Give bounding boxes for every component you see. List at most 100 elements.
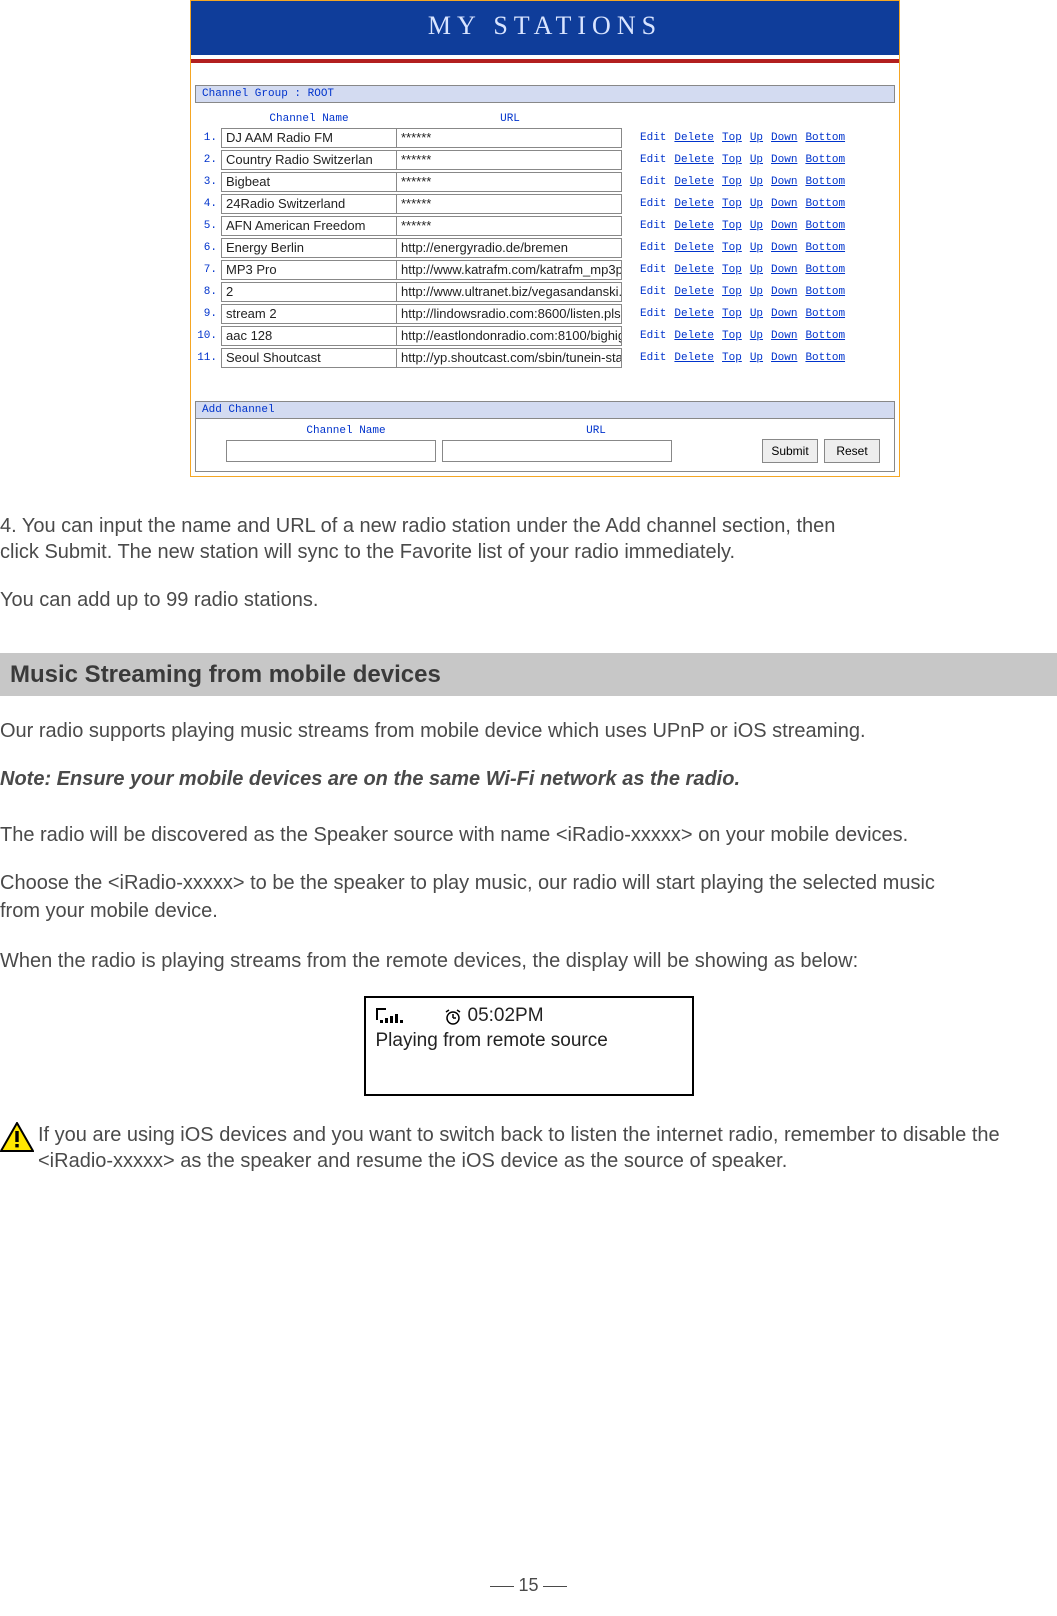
top-link[interactable]: Top: [722, 176, 742, 188]
channel-name-cell[interactable]: 24Radio Switzerland: [221, 194, 397, 214]
submit-button[interactable]: Submit: [762, 439, 818, 463]
down-link[interactable]: Down: [771, 176, 797, 188]
delete-link[interactable]: Delete: [674, 198, 714, 210]
edit-link[interactable]: Edit: [640, 286, 666, 298]
channel-name-cell[interactable]: 2: [221, 282, 397, 302]
add-channel-box: Add Channel Channel Name URL Submit Rese…: [195, 401, 895, 472]
channel-url-cell[interactable]: ******: [396, 150, 622, 170]
delete-link[interactable]: Delete: [674, 308, 714, 320]
channel-name-cell[interactable]: AFN American Freedom: [221, 216, 397, 236]
delete-link[interactable]: Delete: [674, 176, 714, 188]
add-channel-header: Channel Name URL: [196, 419, 894, 439]
channel-url-cell[interactable]: http://eastlondonradio.com:8100/bighigh.…: [396, 326, 622, 346]
row-number: 9.: [195, 308, 221, 320]
channel-url-cell[interactable]: ******: [396, 128, 622, 148]
up-link[interactable]: Up: [750, 220, 763, 232]
delete-link[interactable]: Delete: [674, 264, 714, 276]
channel-name-cell[interactable]: stream 2: [221, 304, 397, 324]
document-body: 4. You can input the name and URL of a n…: [0, 477, 1057, 1174]
delete-link[interactable]: Delete: [674, 352, 714, 364]
ios-warning: If you are using iOS devices and you wan…: [0, 1122, 1057, 1174]
top-link[interactable]: Top: [722, 286, 742, 298]
bottom-link[interactable]: Bottom: [805, 198, 845, 210]
bottom-link[interactable]: Bottom: [805, 220, 845, 232]
bottom-link[interactable]: Bottom: [805, 352, 845, 364]
table-header: Channel Name URL: [195, 109, 895, 127]
up-link[interactable]: Up: [750, 132, 763, 144]
edit-link[interactable]: Edit: [640, 330, 666, 342]
channel-url-cell[interactable]: http://energyradio.de/bremen: [396, 238, 622, 258]
bottom-link[interactable]: Bottom: [805, 264, 845, 276]
channel-url-cell[interactable]: ******: [396, 172, 622, 192]
up-link[interactable]: Up: [750, 176, 763, 188]
edit-link[interactable]: Edit: [640, 176, 666, 188]
channel-name-cell[interactable]: DJ AAM Radio FM: [221, 128, 397, 148]
down-link[interactable]: Down: [771, 220, 797, 232]
channel-url-cell[interactable]: ******: [396, 216, 622, 236]
top-link[interactable]: Top: [722, 242, 742, 254]
edit-link[interactable]: Edit: [640, 154, 666, 166]
top-link[interactable]: Top: [722, 154, 742, 166]
up-link[interactable]: Up: [750, 264, 763, 276]
reset-button[interactable]: Reset: [824, 439, 880, 463]
delete-link[interactable]: Delete: [674, 286, 714, 298]
down-link[interactable]: Down: [771, 154, 797, 166]
up-link[interactable]: Up: [750, 308, 763, 320]
top-link[interactable]: Top: [722, 132, 742, 144]
delete-link[interactable]: Delete: [674, 330, 714, 342]
up-link[interactable]: Up: [750, 352, 763, 364]
up-link[interactable]: Up: [750, 330, 763, 342]
table-row: 6.Energy Berlinhttp://energyradio.de/bre…: [195, 237, 895, 259]
top-link[interactable]: Top: [722, 264, 742, 276]
channel-name-cell[interactable]: aac 128: [221, 326, 397, 346]
edit-link[interactable]: Edit: [640, 308, 666, 320]
top-link[interactable]: Top: [722, 352, 742, 364]
delete-link[interactable]: Delete: [674, 154, 714, 166]
add-url-input[interactable]: [442, 440, 672, 462]
down-link[interactable]: Down: [771, 264, 797, 276]
down-link[interactable]: Down: [771, 308, 797, 320]
down-link[interactable]: Down: [771, 198, 797, 210]
down-link[interactable]: Down: [771, 242, 797, 254]
channel-name-cell[interactable]: Seoul Shoutcast: [221, 348, 397, 368]
down-link[interactable]: Down: [771, 132, 797, 144]
channel-url-cell[interactable]: http://lindowsradio.com:8600/listen.pls: [396, 304, 622, 324]
edit-link[interactable]: Edit: [640, 132, 666, 144]
edit-link[interactable]: Edit: [640, 352, 666, 364]
channel-name-cell[interactable]: Country Radio Switzerlan: [221, 150, 397, 170]
bottom-link[interactable]: Bottom: [805, 176, 845, 188]
delete-link[interactable]: Delete: [674, 220, 714, 232]
edit-link[interactable]: Edit: [640, 198, 666, 210]
channel-url-cell[interactable]: http://yp.shoutcast.com/sbin/tunein-stat…: [396, 348, 622, 368]
top-link[interactable]: Top: [722, 220, 742, 232]
up-link[interactable]: Up: [750, 242, 763, 254]
col-url: URL: [397, 113, 623, 125]
bottom-link[interactable]: Bottom: [805, 132, 845, 144]
channel-url-cell[interactable]: http://www.katrafm.com/katrafm_mp3pro.m3: [396, 260, 622, 280]
edit-link[interactable]: Edit: [640, 220, 666, 232]
bottom-link[interactable]: Bottom: [805, 242, 845, 254]
channel-url-cell[interactable]: http://www.ultranet.biz/vegasandanski.m3…: [396, 282, 622, 302]
channel-name-cell[interactable]: Bigbeat: [221, 172, 397, 192]
add-name-input[interactable]: [226, 440, 436, 462]
top-link[interactable]: Top: [722, 330, 742, 342]
up-link[interactable]: Up: [750, 154, 763, 166]
channel-name-cell[interactable]: Energy Berlin: [221, 238, 397, 258]
up-link[interactable]: Up: [750, 198, 763, 210]
down-link[interactable]: Down: [771, 352, 797, 364]
top-link[interactable]: Top: [722, 198, 742, 210]
bottom-link[interactable]: Bottom: [805, 286, 845, 298]
delete-link[interactable]: Delete: [674, 242, 714, 254]
top-link[interactable]: Top: [722, 308, 742, 320]
delete-link[interactable]: Delete: [674, 132, 714, 144]
edit-link[interactable]: Edit: [640, 242, 666, 254]
channel-name-cell[interactable]: MP3 Pro: [221, 260, 397, 280]
bottom-link[interactable]: Bottom: [805, 154, 845, 166]
bottom-link[interactable]: Bottom: [805, 308, 845, 320]
edit-link[interactable]: Edit: [640, 264, 666, 276]
up-link[interactable]: Up: [750, 286, 763, 298]
down-link[interactable]: Down: [771, 330, 797, 342]
down-link[interactable]: Down: [771, 286, 797, 298]
bottom-link[interactable]: Bottom: [805, 330, 845, 342]
channel-url-cell[interactable]: ******: [396, 194, 622, 214]
